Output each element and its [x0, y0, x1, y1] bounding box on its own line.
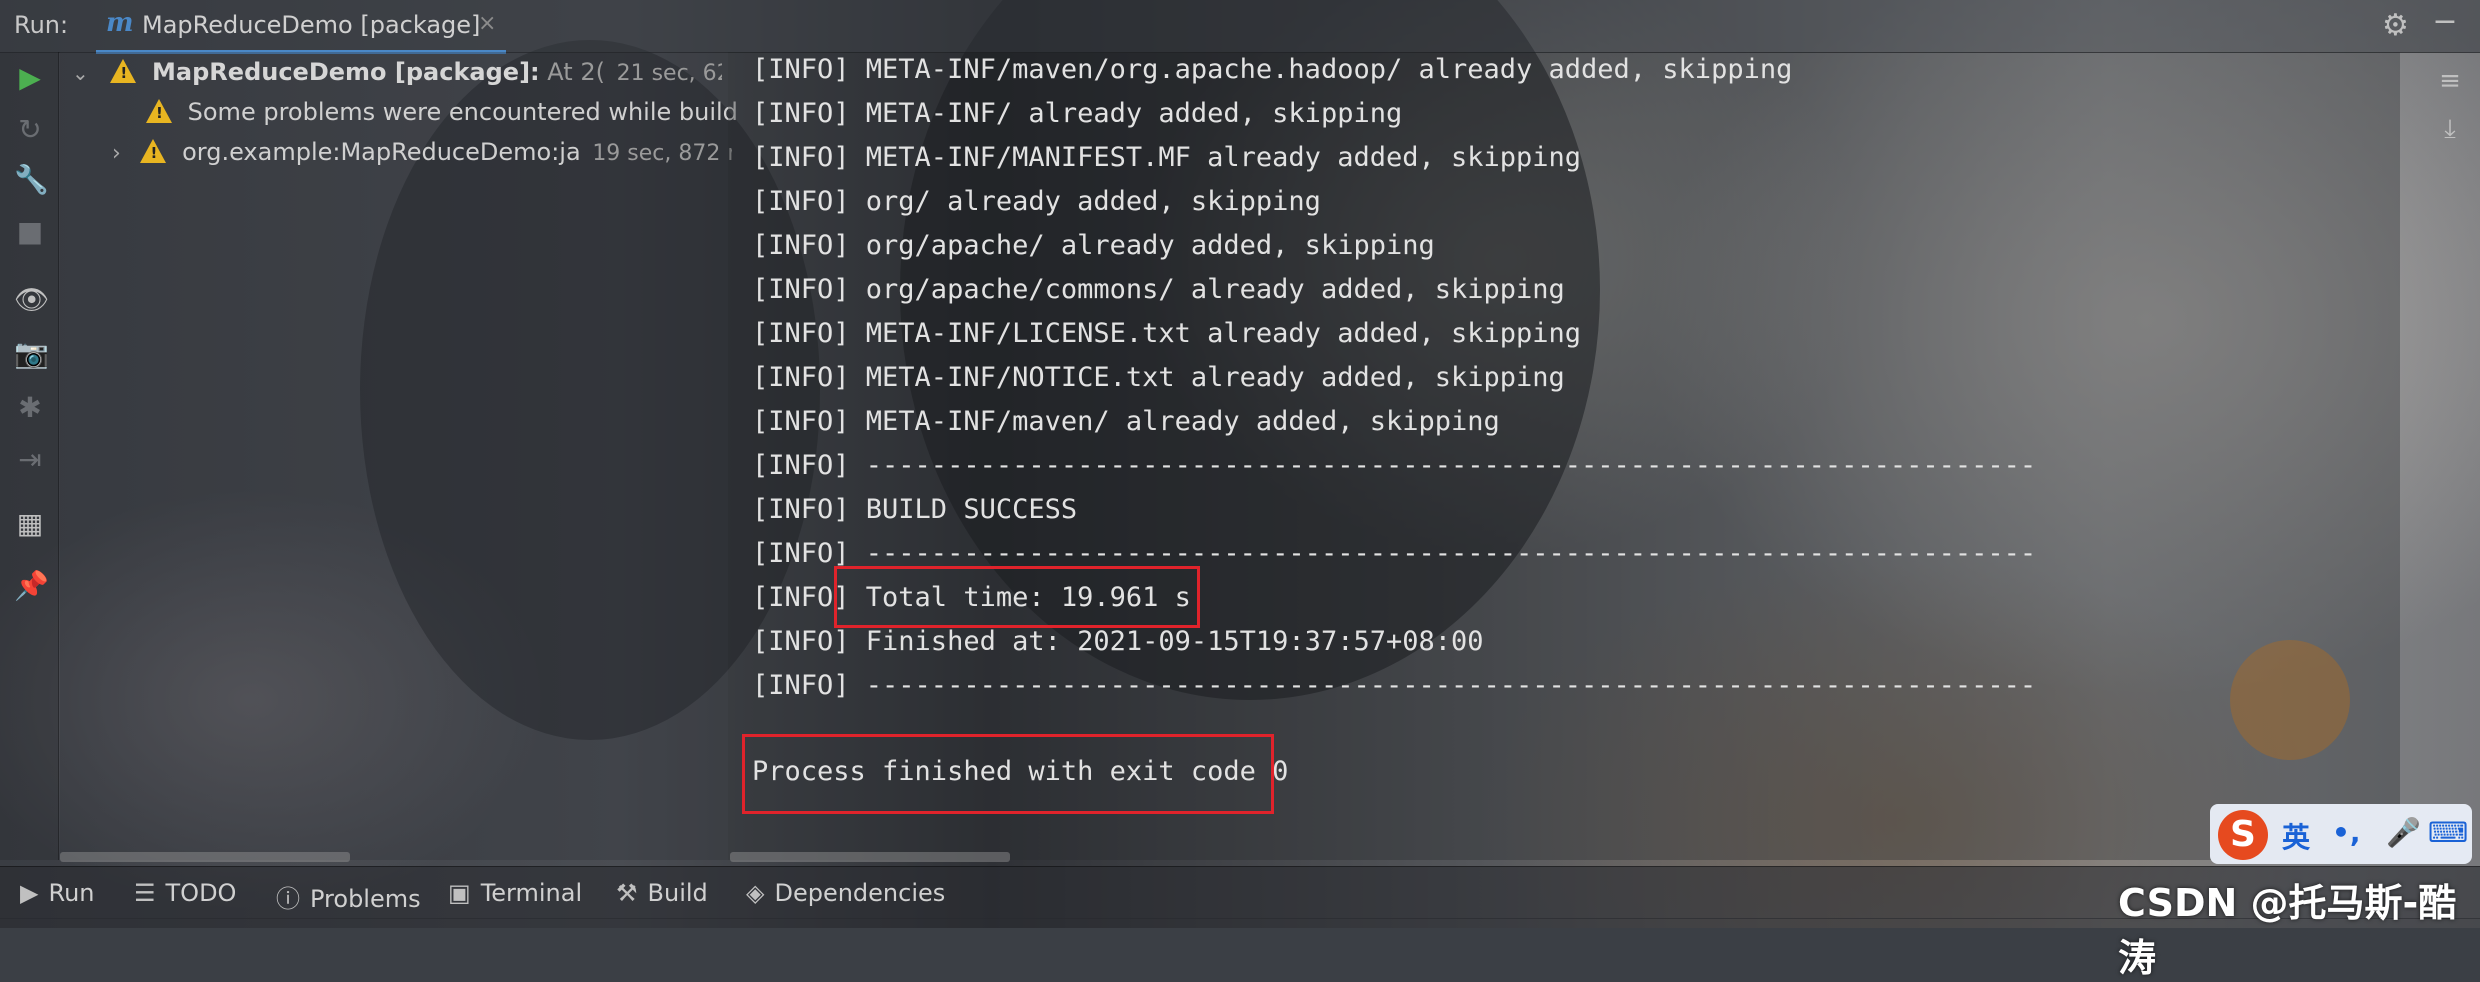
- ime-toolbar[interactable]: S 英 •, 🎤 ⌨: [2210, 804, 2472, 864]
- run-label: Run:: [14, 11, 69, 39]
- stop-icon[interactable]: ■: [14, 216, 46, 248]
- tab-title: MapReduceDemo [package]: [142, 11, 481, 39]
- close-icon[interactable]: ×: [478, 11, 496, 36]
- tab-label: Run: [48, 879, 95, 907]
- ime-language[interactable]: 英: [2282, 816, 2310, 856]
- sogou-logo-icon[interactable]: S: [2218, 810, 2268, 860]
- scroll-to-end-icon[interactable]: ⤓: [2434, 114, 2466, 146]
- console-separator: [INFO] ---------------------------------…: [752, 670, 2037, 701]
- console-right-toolbar: ≡ ⤓: [2418, 52, 2480, 860]
- tree-item-time: 19 sec, 872 ms: [592, 141, 732, 166]
- tree-scrollbar[interactable]: [60, 852, 350, 862]
- pin-icon[interactable]: 📌: [14, 570, 49, 602]
- debug-icon[interactable]: ✱: [14, 392, 46, 424]
- chevron-down-icon[interactable]: ⌄: [72, 61, 89, 85]
- build-success-line: [INFO] BUILD SUCCESS: [752, 494, 1078, 525]
- tab-todo[interactable]: ☰ TODO: [134, 879, 236, 907]
- tab-terminal[interactable]: ▣ Terminal: [448, 879, 582, 907]
- terminal-icon: ▣: [448, 879, 471, 907]
- console-scrollbar[interactable]: [730, 852, 1010, 862]
- wrench-icon[interactable]: 🔧: [14, 164, 49, 196]
- minimize-icon[interactable]: −: [2430, 4, 2460, 39]
- soft-wrap-icon[interactable]: ≡: [2434, 66, 2466, 98]
- console-line: [INFO] META-INF/ already added, skipping: [752, 98, 1403, 129]
- microphone-icon[interactable]: 🎤: [2386, 816, 2421, 849]
- console-line: [INFO] META-INF/maven/ already added, sk…: [752, 406, 1500, 437]
- eye-icon[interactable]: 👁: [14, 284, 50, 316]
- tree-item-label: org.example:MapReduceDemo:ja: [182, 138, 581, 166]
- tab-label: TODO: [165, 879, 237, 907]
- tab-label: Terminal: [480, 879, 583, 907]
- tree-item-label: Some problems were encountered while bui…: [187, 98, 736, 126]
- warning-icon: !: [110, 59, 137, 83]
- gear-icon[interactable]: ⚙: [2382, 8, 2409, 43]
- tree-item-label: MapReduceDemo [package]:: [152, 58, 540, 86]
- tree-item-root[interactable]: ⌄ ! MapReduceDemo [package]: At 2( 21 se…: [72, 56, 722, 92]
- tab-dependencies[interactable]: ◈ Dependencies: [746, 879, 945, 907]
- finished-at-line: [INFO] Finished at: 2021-09-15T19:37:57+…: [752, 626, 1484, 657]
- layout-icon[interactable]: ▦: [14, 508, 46, 540]
- rerun-icon[interactable]: ▶: [14, 62, 46, 94]
- rerun-failed-icon[interactable]: ↻: [14, 114, 46, 146]
- tree-item-time: 21 sec, 626 ms: [616, 61, 722, 86]
- console-line: [INFO] org/apache/ already added, skippi…: [752, 230, 1435, 261]
- tab-label: Dependencies: [774, 879, 946, 907]
- warning-icon: !: [146, 99, 172, 123]
- layers-icon: ◈: [746, 879, 765, 907]
- tree-item-extra: At 2(: [547, 58, 605, 86]
- highlight-box-total-time: [834, 566, 1200, 628]
- list-icon: ☰: [134, 879, 156, 907]
- status-bar: [0, 918, 2480, 928]
- bottom-tool-bar: ▶ Run ☰ TODO ⓘ Problems ▣ Terminal ⚒ Build ◈ D…: [0, 866, 2480, 919]
- console-line: [INFO] org/ already added, skipping: [752, 186, 1321, 217]
- run-toolwindow-header: Run: m MapReduceDemo [package] × ⚙ −: [0, 0, 2480, 54]
- info-icon: ⓘ: [276, 885, 300, 913]
- tab-problems[interactable]: ⓘ Problems: [276, 879, 421, 914]
- console-line: [INFO] org/apache/commons/ already added…: [752, 274, 1565, 305]
- ime-punctuation[interactable]: •,: [2332, 816, 2361, 849]
- console-output[interactable]: [INFO] META-INF/maven/org.apache.hadoop/…: [728, 52, 2400, 860]
- chevron-right-icon[interactable]: ›: [112, 141, 121, 166]
- maven-icon: m: [106, 8, 134, 38]
- tab-build[interactable]: ⚒ Build: [616, 879, 708, 907]
- tab-label: Build: [647, 879, 708, 907]
- tab-mapreducedemo-package[interactable]: m MapReduceDemo [package] ×: [96, 0, 506, 54]
- build-tree: ⌄ ! MapReduceDemo [package]: At 2( 21 se…: [60, 52, 736, 860]
- console-line: [INFO] META-INF/NOTICE.txt already added…: [752, 362, 1565, 393]
- csdn-watermark: CSDN @托马斯-酷涛: [2118, 881, 2457, 980]
- camera-icon[interactable]: 📷: [14, 338, 49, 370]
- console-line: [INFO] META-INF/LICENSE.txt already adde…: [752, 318, 1582, 349]
- tree-item-problems[interactable]: ! Some problems were encountered while b…: [146, 96, 736, 132]
- hammer-icon: ⚒: [616, 879, 638, 907]
- play-icon: ▶: [20, 879, 39, 907]
- exit-icon[interactable]: ⇥: [14, 444, 46, 476]
- warning-icon: !: [140, 139, 167, 163]
- tab-label: Problems: [310, 885, 421, 913]
- tab-run[interactable]: ▶ Run: [20, 879, 95, 907]
- console-line: [INFO] META-INF/maven/org.apache.hadoop/…: [752, 54, 1793, 85]
- keyboard-icon[interactable]: ⌨: [2428, 816, 2468, 849]
- tree-item-jar[interactable]: › ! org.example:MapReduceDemo:ja 19 sec,…: [112, 136, 732, 172]
- console-line: [INFO] META-INF/MANIFEST.MF already adde…: [752, 142, 1582, 173]
- console-separator: [INFO] ---------------------------------…: [752, 450, 2037, 481]
- run-left-toolbar: ▶ ↻ 🔧 ■ 👁 📷 ✱ ⇥ ▦ 📌: [0, 52, 59, 860]
- highlight-box-exit-code: [742, 734, 1274, 814]
